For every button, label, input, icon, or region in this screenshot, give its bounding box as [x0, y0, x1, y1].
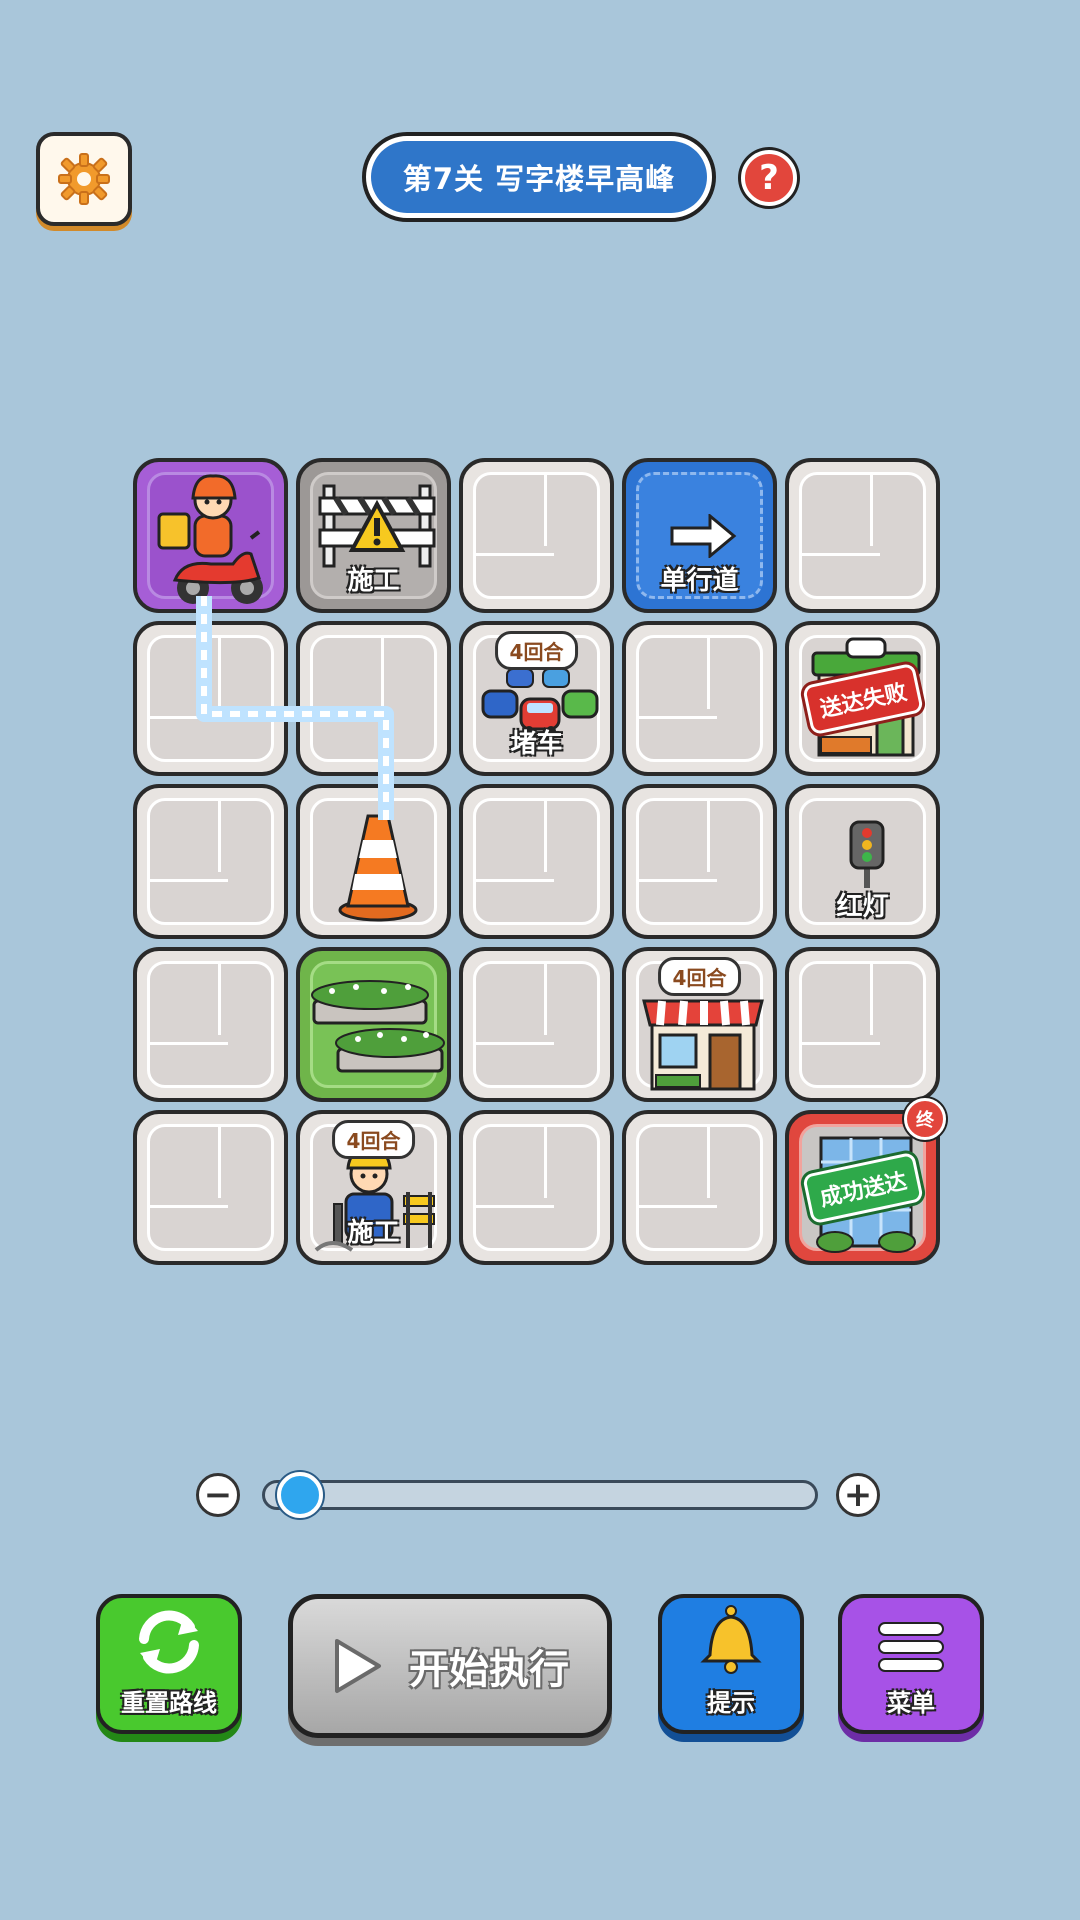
level-title-banner: 第7关 写字楼早高峰	[362, 132, 716, 222]
tile-empty[interactable]	[459, 784, 614, 939]
tile-empty[interactable]	[785, 458, 940, 613]
tile-label: 红灯	[836, 892, 889, 922]
tile-delivery-fail[interactable]: 送达失败	[785, 621, 940, 776]
zoom-out-button[interactable]: −	[196, 1473, 240, 1517]
finish-pin: 终	[904, 1098, 946, 1140]
tile-empty[interactable]	[459, 458, 614, 613]
tile-empty[interactable]	[622, 1110, 777, 1265]
tile-label: 堵车	[510, 729, 563, 759]
minus-icon: −	[203, 1475, 233, 1515]
tile-road-work[interactable]: 4回合 施工	[296, 1110, 451, 1265]
traffic-light-icon	[849, 820, 885, 888]
tile-label: 施工	[347, 1218, 400, 1248]
help-button[interactable]: ?	[741, 150, 797, 206]
tile-empty[interactable]	[622, 784, 777, 939]
turn-count-badge: 4回合	[331, 1120, 416, 1159]
warning-barrier-icon	[318, 484, 436, 568]
tile-store[interactable]: 4回合	[622, 947, 777, 1102]
flower-bed-icon	[311, 980, 445, 1073]
speed-slider-track[interactable]	[262, 1480, 818, 1510]
tile-empty[interactable]	[133, 947, 288, 1102]
storefront-icon	[642, 999, 764, 1091]
tile-empty[interactable]	[133, 1110, 288, 1265]
tile-empty[interactable]	[459, 1110, 614, 1265]
gear-icon	[58, 153, 110, 205]
reset-route-button[interactable]: 重置路线	[96, 1594, 242, 1734]
arrow-right-icon	[670, 514, 737, 558]
refresh-icon	[139, 1610, 199, 1674]
hint-button[interactable]: 提示	[658, 1594, 804, 1734]
menu-button[interactable]: 菜单	[838, 1594, 984, 1734]
plus-icon: +	[843, 1475, 873, 1515]
start-execution-label: 开始执行	[409, 1647, 569, 1693]
bell-icon	[700, 1605, 762, 1674]
help-icon: ?	[759, 158, 779, 198]
hamburger-icon	[878, 1622, 944, 1672]
tile-red-light[interactable]: 红灯	[785, 784, 940, 939]
tile-planter[interactable]	[296, 947, 451, 1102]
reset-route-label: 重置路线	[121, 1689, 217, 1717]
menu-label: 菜单	[887, 1689, 935, 1717]
tile-empty[interactable]	[785, 947, 940, 1102]
tile-label: 单行道	[660, 566, 739, 596]
tile-empty[interactable]	[459, 947, 614, 1102]
level-title: 第7关 写字楼早高峰	[371, 141, 707, 213]
hint-label: 提示	[707, 1689, 755, 1717]
tile-traffic-jam[interactable]: 4回合 堵车	[459, 621, 614, 776]
zoom-in-button[interactable]: +	[836, 1473, 880, 1517]
settings-button[interactable]	[36, 132, 132, 226]
speed-slider-thumb[interactable]	[277, 1472, 324, 1518]
courier-scooter-icon	[157, 474, 263, 604]
play-icon	[335, 1639, 381, 1693]
tile-one-way[interactable]: 单行道	[622, 458, 777, 613]
start-execution-button[interactable]: 开始执行	[288, 1594, 612, 1738]
route-path	[196, 596, 394, 820]
game-board[interactable]: 施工 单行道 4回合 堵车 送达失败 红灯 4回合 4回合 施工 成功送达	[133, 458, 948, 1276]
tile-empty[interactable]	[622, 621, 777, 776]
turn-count-badge: 4回合	[657, 957, 742, 996]
turn-count-badge: 4回合	[494, 631, 579, 670]
